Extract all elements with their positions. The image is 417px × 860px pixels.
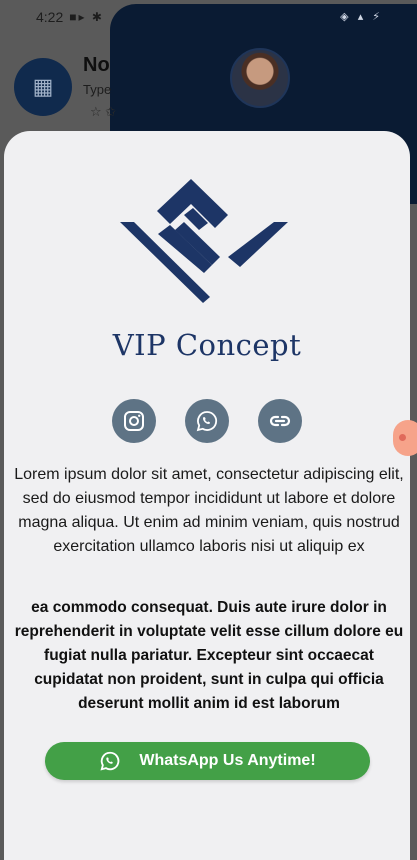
whatsapp-icon [100, 751, 120, 771]
business-bottom-sheet: VIP Concept Lorem ipsum dolor sit amet, … [4, 131, 410, 860]
whatsapp-button[interactable] [185, 399, 229, 443]
status-icons-right: ◈ ▴ ⚡ [340, 11, 383, 23]
whatsapp-icon [196, 411, 218, 432]
star-icon: ☆ ✩ [90, 104, 117, 119]
background-title: No [83, 54, 110, 76]
brand-logo [114, 175, 304, 305]
profile-avatar[interactable] [230, 48, 290, 108]
whatsapp-cta-button[interactable]: WhatsApp Us Anytime! [45, 742, 370, 780]
vip-logo-icon [120, 179, 288, 303]
link-icon [269, 415, 291, 427]
bubble-dot-icon [399, 434, 406, 441]
website-link-button[interactable] [258, 399, 302, 443]
social-links [112, 399, 302, 443]
cta-label: WhatsApp Us Anytime! [139, 752, 316, 769]
status-icons-left: ■▸ ✱ [69, 10, 104, 24]
business-description: Lorem ipsum dolor sit amet, consectetur … [14, 466, 404, 555]
status-time: 4:22 [36, 9, 64, 25]
brand-name: VIP Concept [112, 328, 302, 362]
business-description-bold: ea commodo consequat. Duis aute irure do… [14, 599, 404, 712]
instagram-button[interactable] [112, 399, 156, 443]
background-subtitle: Type [83, 82, 112, 97]
floating-chat-bubble[interactable] [393, 420, 417, 456]
building-icon: ▦ [14, 58, 72, 116]
instagram-icon [124, 411, 144, 431]
